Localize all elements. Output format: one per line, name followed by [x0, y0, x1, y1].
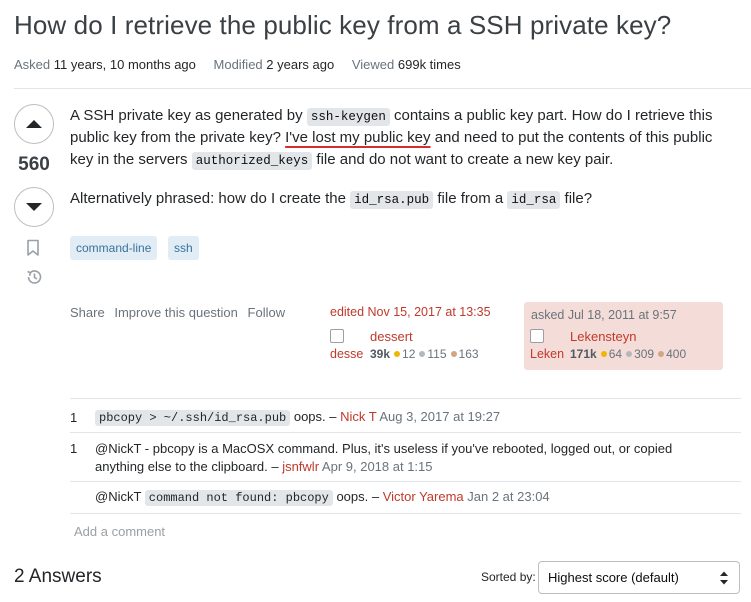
editor-username[interactable]: dessert [370, 329, 413, 344]
viewed-value: 699k times [397, 57, 461, 72]
bronze-badge-icon [658, 351, 665, 358]
asked-label: Asked [14, 57, 51, 72]
avatar[interactable]: desse [330, 329, 363, 362]
post-actions: Share Improve this question Follow [70, 305, 291, 320]
silver-badge-count: 115 [427, 347, 447, 361]
upvote-button[interactable] [14, 104, 54, 144]
modified-label: Modified [213, 57, 263, 72]
inline-code: id_rsa.pub [350, 191, 434, 209]
body-text: file? [560, 190, 593, 207]
modified-value[interactable]: 2 years ago [266, 57, 334, 72]
gold-badge-icon [600, 351, 607, 358]
vote-count: 560 [18, 154, 50, 175]
comment-text: oops. – [290, 409, 341, 424]
bronze-badge-icon [450, 351, 457, 358]
asked-timestamp: asked Jul 18, 2011 at 9:57 [531, 308, 677, 322]
edited-card: edited Nov 15, 2017 at 13:35 desse desse… [330, 305, 515, 365]
question-title[interactable]: How do I retrieve the public key from a … [14, 10, 671, 41]
comment: @NickT - pbcopy is a MacOSX command. Plu… [95, 440, 672, 476]
comment-score: 1 [70, 410, 78, 425]
viewed-label: Viewed [351, 57, 395, 72]
comment-date[interactable]: Aug 3, 2017 at 19:27 [376, 409, 500, 424]
comment-divider [70, 432, 741, 433]
history-button[interactable] [25, 268, 43, 291]
broken-image-icon [330, 329, 344, 343]
avatar-alt-text: Leken [530, 347, 565, 361]
broken-image-icon [530, 329, 544, 343]
question-meta: Asked 11 years, 10 months ago Modified 2… [14, 57, 475, 72]
sort-arrows-icon [720, 571, 728, 585]
bronze-badge-count: 163 [458, 347, 479, 361]
question-body-line: public key from the private key? I've lo… [70, 127, 712, 149]
downvote-button[interactable] [14, 187, 54, 227]
follow-link[interactable]: Follow [248, 305, 286, 320]
body-text: Alternatively phrased: how do I create t… [70, 190, 351, 207]
edited-timestamp[interactable]: edited Nov 15, 2017 at 13:35 [330, 305, 515, 319]
add-comment-link[interactable]: Add a comment [74, 524, 165, 539]
gold-badge-count: 64 [608, 347, 623, 361]
asked-card: asked Jul 18, 2011 at 9:57 Leken Lekenst… [524, 302, 723, 370]
tag-command-line[interactable]: command-line [70, 236, 158, 260]
silver-badge-icon [419, 351, 426, 358]
question-body-line: A SSH private key as generated by ssh-ke… [70, 105, 712, 128]
reputation-score: 171k [570, 347, 597, 361]
improve-question-link[interactable]: Improve this question [114, 305, 238, 320]
bronze-badge-count: 400 [666, 347, 687, 361]
comment: @NickT command not found: pbcopy oops. –… [95, 488, 550, 507]
comment: pbcopy > ~/.ssh/id_rsa.pub oops. – Nick … [95, 408, 500, 427]
history-icon [27, 270, 42, 284]
avatar-alt-text: desse [330, 347, 364, 361]
header-divider [14, 88, 751, 89]
comment-divider [70, 481, 741, 482]
tag-ssh[interactable]: ssh [168, 236, 199, 260]
gold-badge-icon [394, 351, 401, 358]
body-text: key in the servers [70, 151, 192, 168]
body-text: contains a public key part. How do I ret… [389, 107, 713, 124]
underlined-text: I've lost my public key [285, 129, 431, 146]
body-text: A SSH private key as generated by [70, 107, 307, 124]
inline-code: command not found: pbcopy [144, 490, 333, 506]
bookmark-icon [27, 239, 39, 256]
asker-reputation: 171k 64 309 400 [570, 347, 686, 361]
comment-score: 1 [70, 441, 78, 456]
body-text: and need to put the contents of this pub… [430, 129, 713, 146]
answers-count: 2 Answers [14, 566, 102, 587]
comment-divider [70, 513, 741, 514]
sorted-by-label: Sorted by: [481, 570, 536, 584]
comment-divider [70, 398, 741, 399]
reputation-score: 39k [370, 347, 391, 361]
silver-badge-count: 309 [634, 347, 655, 361]
body-text: file from a [433, 190, 508, 207]
comment-text: oops. – [332, 489, 383, 504]
inline-code: ssh-keygen [306, 108, 390, 126]
body-text: file and do not want to create a new key… [312, 151, 614, 168]
inline-code: id_rsa [507, 191, 561, 209]
question-body-line: key in the servers authorized_keys file … [70, 149, 613, 172]
comment-date[interactable]: Jan 2 at 23:04 [464, 489, 549, 504]
editor-reputation: 39k 12 115 163 [370, 347, 479, 361]
bookmark-button[interactable] [25, 239, 41, 262]
body-text: public key from the private key? [70, 129, 286, 146]
inline-code: authorized_keys [191, 152, 313, 170]
comment-text: @NickT - pbcopy is a MacOSX command. Plu… [95, 441, 673, 456]
comment-user[interactable]: jsnfwlr [282, 459, 319, 474]
asker-username[interactable]: Lekensteyn [570, 329, 637, 344]
comment-user[interactable]: Victor Yarema [383, 489, 464, 504]
share-link[interactable]: Share [70, 305, 105, 320]
silver-badge-icon [626, 351, 633, 358]
comment-text: anything else to the clipboard. – [95, 459, 283, 474]
gold-badge-count: 12 [402, 347, 416, 361]
comment-date[interactable]: Apr 9, 2018 at 1:15 [319, 459, 433, 474]
asked-value: 11 years, 10 months ago [53, 57, 196, 72]
downvote-arrow-icon [26, 203, 42, 211]
upvote-arrow-icon [26, 120, 42, 128]
comment-text: @NickT [95, 489, 145, 504]
avatar[interactable]: Leken [530, 329, 564, 362]
inline-code: pbcopy > ~/.ssh/id_rsa.pub [95, 410, 291, 426]
comment-user[interactable]: Nick T [340, 409, 376, 424]
sort-selected-value: Highest score (default) [548, 570, 679, 585]
sort-select[interactable]: Highest score (default) [538, 561, 740, 594]
question-body-line: Alternatively phrased: how do I create t… [70, 188, 592, 211]
